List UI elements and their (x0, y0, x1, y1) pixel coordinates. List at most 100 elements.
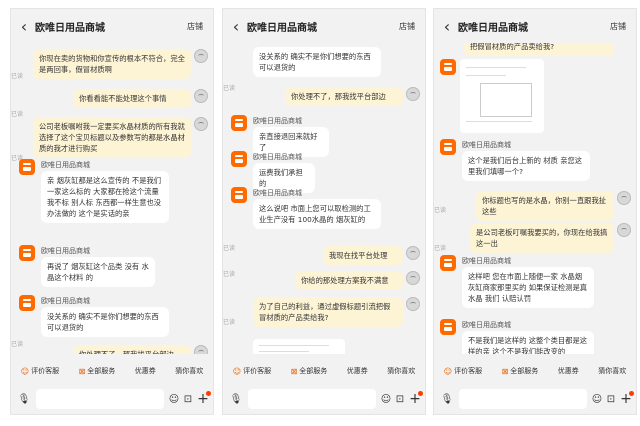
rate-service-button[interactable]: ☺ 评价客服 (233, 366, 271, 376)
read-status: 已读 (11, 73, 24, 80)
chat-title: 欧唯日用品商城 (458, 22, 528, 34)
voice-icon[interactable]: 🎙 (438, 394, 456, 405)
read-status: 已读 (11, 111, 24, 118)
store-link[interactable]: 店铺 (187, 21, 203, 32)
shop-message: 没关系的 确实不是你们想要的东西 可以退货的 (253, 47, 381, 77)
back-arrow-icon[interactable]: ‹ (225, 17, 247, 36)
notification-dot (418, 391, 423, 396)
user-avatar-icon (406, 271, 420, 285)
shop-message: 不是我们是这样的 这整个类目都是这样的亲 这个不是我们能改变的 (462, 331, 594, 354)
read-status: 已读 (434, 245, 447, 252)
bag-icon[interactable]: ⊡ (604, 394, 618, 405)
input-bar: 🎙 ☺ ⊡ + (434, 384, 636, 414)
read-status: 已读 (223, 319, 236, 326)
emoji-icon: ☺ (20, 366, 30, 376)
store-link[interactable]: 店铺 (399, 21, 415, 32)
back-arrow-icon[interactable]: ‹ (436, 17, 458, 36)
read-status: 已读 (11, 341, 24, 348)
coupon-button[interactable]: 优惠券 (558, 366, 579, 376)
bag-icon[interactable]: ⊡ (181, 394, 195, 405)
user-message: 你给的那处理方案我不满意 (295, 271, 403, 290)
shop-avatar-icon (231, 115, 247, 131)
shop-name-label: 欧唯日用品商城 (253, 117, 302, 125)
chat-title: 欧唯日用品商城 (35, 22, 105, 34)
shop-avatar-icon (19, 295, 35, 311)
quick-action-bar: ☺ 评价客服 ⊠ 全部服务 优惠券 猜你喜欢 (434, 358, 636, 384)
input-bar: 🎙 ☺ ⊡ + (11, 384, 213, 414)
shop-message: 这个是我们后台上新的 材质 亲您这里我们填哪一个? (462, 151, 590, 181)
message-input[interactable] (36, 389, 164, 409)
screenshot-image[interactable] (460, 59, 544, 133)
coupon-button[interactable]: 优惠券 (135, 366, 156, 376)
user-message: 为了自己的利益，通过虚假标题引流把假冒材质的产品卖给我? (253, 297, 403, 327)
emoji-icon[interactable]: ☺ (379, 394, 393, 405)
all-services-button[interactable]: ⊠ 全部服务 (502, 366, 539, 376)
user-message: 是公司老板叮嘱我要买的，你现在给我搞这一出 (470, 223, 614, 253)
shop-name-label: 欧唯日用品商城 (41, 161, 90, 169)
read-status: 已读 (223, 245, 236, 252)
plus-icon[interactable]: + (195, 391, 211, 407)
chat-title: 欧唯日用品商城 (247, 22, 317, 34)
shop-message: 没关系的 确实不是你们想要的东西 可以退货的 (41, 307, 169, 337)
all-services-button[interactable]: ⊠ 全部服务 (79, 366, 116, 376)
rate-service-button[interactable]: ☺ 评价客服 (21, 366, 59, 376)
message-input[interactable] (459, 389, 587, 409)
shop-avatar-icon (440, 139, 456, 155)
back-arrow-icon[interactable]: ‹ (13, 17, 35, 36)
shop-name-label: 欧唯日用品商城 (253, 153, 302, 161)
voice-icon[interactable]: 🎙 (15, 394, 33, 405)
user-avatar-icon (617, 223, 631, 237)
grid-icon: ⊠ (501, 366, 509, 376)
shop-message: 这样吧 您在市面上随便一家 水晶烟灰缸商家那里买的 如果保证检测是真水晶 我们 … (462, 267, 594, 308)
user-avatar-icon (194, 89, 208, 103)
user-message: 公司老板嘱咐我一定要买水晶材质的所有我就选择了这个宝贝标题以及参数写的都是水晶材… (33, 117, 191, 158)
shop-name-label: 欧唯日用品商城 (41, 297, 90, 305)
rate-service-button[interactable]: ☺ 评价客服 (444, 366, 482, 376)
shop-message: 亲 烟灰缸都是这么宣传的 不是我们一家这么标的 大家都在抢这个流量 我不标 别人… (41, 171, 169, 223)
shop-avatar-icon (440, 319, 456, 335)
notification-dot (206, 391, 211, 396)
guess-you-like-button[interactable]: 猜你喜欢 (387, 366, 415, 376)
shop-message: 这么说吧 市面上您可以取检测的工业生产没有 100水晶的 烟灰缸的 (253, 199, 381, 229)
message-list[interactable]: 你现在卖的货物和你宣传的根本不符合，完全是两回事，假冒材质啊 已读 你看看能不能… (11, 43, 213, 354)
shop-avatar-icon (19, 159, 35, 175)
shop-avatar-icon (231, 187, 247, 203)
grid-icon: ⊠ (290, 366, 298, 376)
notification-dot (629, 391, 634, 396)
plus-icon[interactable]: + (407, 391, 423, 407)
chat-header: ‹ 欧唯日用品商城 店铺 (11, 9, 213, 43)
quick-action-bar: ☺ 评价客服 ⊠ 全部服务 优惠券 猜你喜欢 (11, 358, 213, 384)
input-bar: 🎙 ☺ ⊡ + (223, 384, 425, 414)
coupon-button[interactable]: 优惠券 (347, 366, 368, 376)
shop-avatar-icon (440, 59, 456, 75)
user-avatar-icon (194, 117, 208, 131)
message-input[interactable] (248, 389, 376, 409)
grid-icon: ⊠ (78, 366, 86, 376)
chat-screen-3: ‹ 欧唯日用品商城 店铺 把假冒材质的产品卖给我? 欧唯日用品商城 这个是我们后… (433, 8, 637, 415)
user-avatar-icon (194, 49, 208, 63)
all-services-button[interactable]: ⊠ 全部服务 (291, 366, 328, 376)
emoji-icon[interactable]: ☺ (167, 394, 181, 405)
chat-header: ‹ 欧唯日用品商城 店铺 (434, 9, 636, 43)
read-status: 已读 (223, 85, 236, 92)
user-avatar-icon (406, 87, 420, 101)
message-list[interactable]: 没关系的 确实不是你们想要的东西 可以退货的 已读 你处理不了，那我找平台部边 … (223, 43, 425, 354)
bag-icon[interactable]: ⊡ (393, 394, 407, 405)
plus-icon[interactable]: + (618, 391, 634, 407)
user-message: 你处理不了，那我找平台部边 (73, 345, 191, 354)
store-link[interactable]: 店铺 (610, 21, 626, 32)
user-avatar-icon (617, 191, 631, 205)
emoji-icon: ☺ (443, 366, 453, 376)
shop-avatar-icon (231, 151, 247, 167)
voice-icon[interactable]: 🎙 (227, 394, 245, 405)
shop-name-label: 欧唯日用品商城 (41, 247, 90, 255)
user-message: 把假冒材质的产品卖给我? (464, 43, 614, 56)
guess-you-like-button[interactable]: 猜你喜欢 (175, 366, 203, 376)
message-list[interactable]: 把假冒材质的产品卖给我? 欧唯日用品商城 这个是我们后台上新的 材质 亲您这里我… (434, 43, 636, 354)
chat-screen-2: ‹ 欧唯日用品商城 店铺 没关系的 确实不是你们想要的东西 可以退货的 已读 你… (222, 8, 426, 415)
chat-screen-1: ‹ 欧唯日用品商城 店铺 你现在卖的货物和你宣传的根本不符合，完全是两回事，假冒… (10, 8, 214, 415)
emoji-icon[interactable]: ☺ (590, 394, 604, 405)
shop-message: 再说了 烟灰缸这个品类 没有 水晶这个材料 的 (41, 257, 155, 287)
guess-you-like-button[interactable]: 猜你喜欢 (598, 366, 626, 376)
screenshot-image[interactable] (253, 339, 345, 354)
